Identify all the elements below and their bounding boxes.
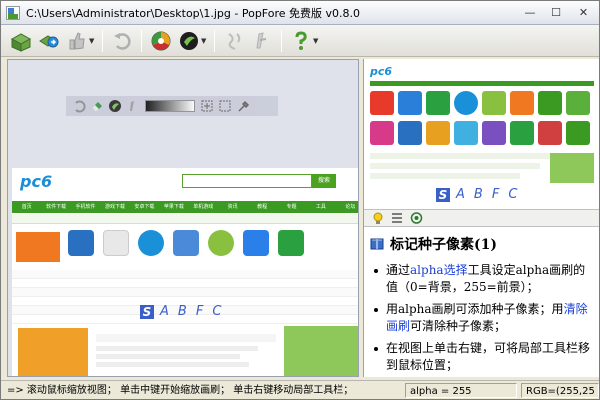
app-window: C:\Users\Administrator\Desktop\1.jpg - P… xyxy=(0,0,600,400)
image-subnav xyxy=(12,214,358,224)
image-view[interactable]: pc6 搜索 首页 软件下载 手机软件 游戏下载 安卓下载 苹果下载 单机游戏 资讯 教程 专题工… xyxy=(7,59,359,377)
help-item: 用alpha画刷可添加种子像素；用清除画刷可清除种子像素； xyxy=(370,301,592,335)
minimize-button[interactable]: — xyxy=(517,3,543,21)
app-icon xyxy=(5,5,21,21)
image-webpage-header: pc6 搜索 xyxy=(12,168,358,200)
alpha-gradient-slider[interactable] xyxy=(145,100,195,112)
preview-thumbnail[interactable]: pc6 S A B F C xyxy=(364,59,599,209)
help-title-text: 标记种子像素(1) xyxy=(390,237,497,253)
save-icon xyxy=(39,34,59,47)
toolbar-separator xyxy=(281,29,282,52)
marker-letter: A xyxy=(160,304,169,319)
undo-icon xyxy=(114,32,131,50)
thumb-marker-overlay: S A B F C xyxy=(436,187,526,202)
marker-letter: F xyxy=(195,304,204,319)
pen-icon[interactable] xyxy=(124,98,142,114)
select-region-icon[interactable] xyxy=(216,98,234,114)
toolbar-separator xyxy=(102,29,103,52)
list-icon xyxy=(392,213,402,223)
help-panel: 标记种子像素(1) 通过alpha选择工具设定alpha画刷的值（0=背景，25… xyxy=(364,228,599,377)
status-hint: => 滚动鼠标缩放视图； 单击中键开始缩放画刷； 单击右键移动局部工具栏； xyxy=(7,384,354,396)
thumb-marker-letter: F xyxy=(491,187,500,202)
thumb-logo: pc6 xyxy=(370,65,393,78)
close-icon: ✕ xyxy=(578,5,589,19)
status-rgb: RGB=(255,25 xyxy=(521,382,599,398)
open-button[interactable] xyxy=(7,28,35,54)
save-button[interactable] xyxy=(35,28,63,54)
minimize-icon: — xyxy=(524,5,536,19)
color-wheel-button[interactable] xyxy=(147,28,175,54)
right-panel: pc6 S A B F C 标记种子像素(1) 通过alpha选择工具设定alp… xyxy=(363,59,599,377)
alpha-select-link[interactable]: alpha选择 xyxy=(410,263,468,277)
thumbs-button[interactable] xyxy=(63,28,91,54)
image-news-block xyxy=(96,330,276,376)
pen-button[interactable] xyxy=(248,28,276,54)
thumbs-icon xyxy=(69,31,85,50)
image-app-icons xyxy=(68,230,313,256)
image-nav-bar: 首页 软件下载 手机软件 游戏下载 安卓下载 苹果下载 单机游戏 资讯 教程 专题 工具 论坛 xyxy=(12,201,358,213)
image-ad-box xyxy=(284,326,358,376)
tab-view[interactable] xyxy=(408,211,424,225)
window-title: C:\Users\Administrator\Desktop\1.jpg - P… xyxy=(26,6,361,20)
eraser-icon[interactable] xyxy=(88,98,106,114)
open-icon xyxy=(10,32,32,52)
undo-button[interactable] xyxy=(108,28,136,54)
toolbar-separator xyxy=(141,29,142,52)
help-button[interactable] xyxy=(287,28,315,54)
thumb-marker-letter: B xyxy=(473,187,483,202)
main-toolbar: ▼ ▼ ▼ xyxy=(1,25,599,57)
image-search-button: 搜索 xyxy=(312,174,336,188)
panel-tabs xyxy=(364,209,599,227)
brush-icon xyxy=(180,31,198,50)
close-button[interactable]: ✕ xyxy=(570,3,597,21)
tab-list[interactable] xyxy=(389,211,405,225)
eye-icon xyxy=(410,212,422,224)
thumb-marker-letter: C xyxy=(508,187,518,202)
help-item: 在视图上单击右键，可将局部工具栏移到鼠标位置； xyxy=(370,340,592,374)
local-toolbar[interactable] xyxy=(66,96,278,116)
image-searchbox xyxy=(182,174,312,188)
help-icon xyxy=(295,30,307,50)
toolbar-separator xyxy=(214,29,215,52)
maximize-button[interactable]: ☐ xyxy=(543,3,569,21)
loaded-image: pc6 搜索 首页 软件下载 手机软件 游戏下载 安卓下载 苹果下载 单机游戏 资讯 教程 专题工… xyxy=(12,168,358,376)
lightbulb-icon xyxy=(373,212,383,224)
brush-button[interactable] xyxy=(175,28,203,54)
redo-button[interactable] xyxy=(220,28,248,54)
undo-icon[interactable] xyxy=(70,98,88,114)
help-item: 通过alpha选择工具设定alpha画刷的值（0=背景，255=前景）； xyxy=(370,262,592,296)
thumb-marker-letter: A xyxy=(456,187,465,202)
marker-letter: C xyxy=(212,304,222,319)
eyedropper-icon[interactable] xyxy=(234,98,252,114)
status-bar: => 滚动鼠标缩放视图； 单击中键开始缩放画刷； 单击右键移动局部工具栏； al… xyxy=(1,380,599,399)
thumb-marker-s: S xyxy=(436,187,450,202)
image-logo: pc6 xyxy=(20,172,66,196)
marker-overlay: S A B F C xyxy=(140,304,230,319)
help-heading: 标记种子像素(1) xyxy=(370,234,592,254)
marker-letter: B xyxy=(177,304,187,319)
maximize-icon: ☐ xyxy=(551,5,561,19)
redo-icon xyxy=(228,32,241,50)
title-bar: C:\Users\Administrator\Desktop\1.jpg - P… xyxy=(1,1,599,25)
color-wheel-icon xyxy=(151,31,171,50)
brush-icon[interactable] xyxy=(106,98,124,114)
zoom-fit-icon[interactable] xyxy=(198,98,216,114)
image-side-box xyxy=(18,328,88,376)
tab-tips[interactable] xyxy=(370,211,386,225)
book-icon xyxy=(370,238,384,250)
marker-s: S xyxy=(140,304,154,319)
pen-icon xyxy=(256,31,267,48)
status-alpha: alpha = 255 xyxy=(405,382,517,398)
